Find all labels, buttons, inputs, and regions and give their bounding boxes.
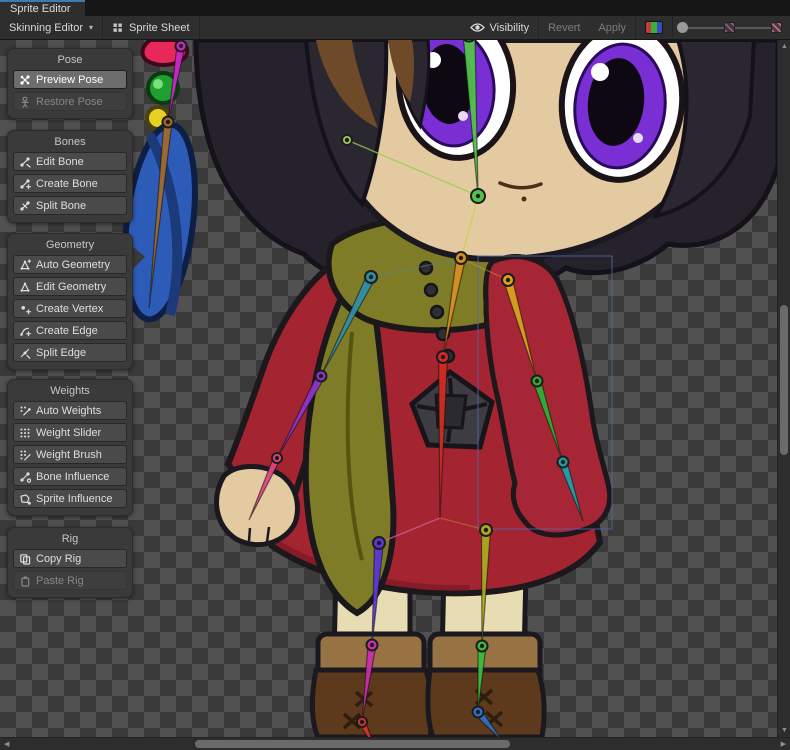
slider-track[interactable]: [735, 27, 771, 29]
slider-knob[interactable]: [677, 22, 688, 33]
button-label: Create Edge: [36, 325, 98, 337]
grid-icon: [112, 22, 124, 34]
tab-sprite-editor[interactable]: Sprite Editor: [0, 0, 85, 17]
button-label: Weight Brush: [36, 449, 102, 461]
dropdown-label: Skinning Editor: [9, 22, 83, 34]
button-label: Create Bone: [36, 178, 98, 190]
scroll-down-icon[interactable]: ▼: [781, 727, 788, 734]
auto-weights-button[interactable]: Auto Weights: [13, 401, 127, 420]
vertical-scroll-thumb[interactable]: [780, 305, 788, 455]
visibility-button[interactable]: Visibility: [461, 16, 539, 39]
button-label: Create Vertex: [36, 303, 103, 315]
button-label: Split Bone: [36, 200, 86, 212]
edit-bone-button[interactable]: Edit Bone: [13, 152, 127, 171]
sprite-editor-window: Sprite Editor Skinning Editor ▾ Sprite S…: [0, 0, 790, 750]
button-label: Paste Rig: [36, 575, 84, 587]
paste-rig-icon: [19, 575, 31, 587]
create-vertex-button[interactable]: Create Vertex: [13, 299, 127, 318]
split-bone-button[interactable]: Split Bone: [13, 196, 127, 215]
create-edge-button[interactable]: Create Edge: [13, 321, 127, 340]
copy-rig-button[interactable]: Copy Rig: [13, 549, 127, 568]
rgb-toggle-button[interactable]: [645, 21, 663, 34]
panel-rig: Rig Copy Rig Paste Rig: [7, 527, 133, 598]
edit-geometry-icon: [19, 281, 31, 293]
toolbar-separator: [199, 16, 200, 39]
button-label: Edit Geometry: [36, 281, 106, 293]
button-label: Bone Influence: [36, 471, 109, 483]
bone-influence-icon: [19, 471, 31, 483]
horizontal-scroll-thumb[interactable]: [195, 740, 510, 748]
panel-title: Bones: [13, 136, 127, 148]
sprite-sheet-label: Sprite Sheet: [129, 22, 190, 34]
weight-slider-icon: [19, 427, 31, 439]
auto-geometry-button[interactable]: Auto Geometry: [13, 255, 127, 274]
split-bone-icon: [19, 200, 31, 212]
button-label: Split Edge: [36, 347, 86, 359]
bone-influence-button[interactable]: Bone Influence: [13, 467, 127, 486]
auto-geometry-icon: [19, 259, 31, 271]
bone-opacity-icon: [724, 22, 735, 33]
skinning-editor-dropdown[interactable]: Skinning Editor ▾: [0, 16, 102, 39]
vertical-scrollbar[interactable]: ▲ ▼: [777, 40, 790, 737]
create-edge-icon: [19, 325, 31, 337]
scroll-up-icon[interactable]: ▲: [781, 43, 788, 50]
panel-title: Pose: [13, 54, 127, 66]
sprite-influence-icon: [19, 493, 31, 505]
horizontal-scrollbar[interactable]: ◀ ▶: [0, 737, 790, 750]
apply-button[interactable]: Apply: [589, 16, 635, 39]
bone-joint[interactable]: [471, 189, 485, 203]
sprite-sheet-button[interactable]: Sprite Sheet: [103, 16, 199, 39]
tab-label: Sprite Editor: [10, 3, 71, 15]
auto-weights-icon: [19, 405, 31, 417]
panel-bones: Bones Edit Bone Create Bone Split Bone: [7, 130, 133, 223]
split-edge-button[interactable]: Split Edge: [13, 343, 127, 362]
preview-pose-button[interactable]: Preview Pose: [13, 70, 127, 89]
button-label: Auto Weights: [36, 405, 101, 417]
button-label: Restore Pose: [36, 96, 103, 108]
sprite-influence-button[interactable]: Sprite Influence: [13, 489, 127, 508]
pose-restore-icon: [19, 96, 31, 108]
copy-rig-icon: [19, 553, 31, 565]
visibility-label: Visibility: [490, 22, 530, 34]
mesh-opacity-icon: [771, 22, 782, 33]
panel-geometry: Geometry Auto Geometry Edit Geometry Create…: [7, 233, 133, 370]
create-bone-button[interactable]: Create Bone: [13, 174, 127, 193]
panel-title: Weights: [13, 385, 127, 397]
tab-bar: Sprite Editor: [0, 0, 790, 16]
restore-pose-button[interactable]: Restore Pose: [13, 92, 127, 111]
button-label: Sprite Influence: [36, 493, 112, 505]
pose-preview-icon: [19, 74, 31, 86]
panel-title: Rig: [13, 533, 127, 545]
button-label: Copy Rig: [36, 553, 81, 565]
slider-track[interactable]: [688, 27, 724, 29]
bone-joint[interactable]: [342, 135, 352, 145]
panel-pose: Pose Preview Pose Restore Pose: [7, 48, 133, 119]
button-label: Preview Pose: [36, 74, 103, 86]
paste-rig-button[interactable]: Paste Rig: [13, 571, 127, 590]
panel-title: Geometry: [13, 239, 127, 251]
create-vertex-icon: [19, 303, 31, 315]
button-label: Auto Geometry: [36, 259, 110, 271]
create-bone-icon: [19, 178, 31, 190]
toolbar: Skinning Editor ▾ Sprite Sheet Visibilit…: [0, 16, 790, 40]
toolbar-separator: [672, 16, 673, 39]
overlay-opacity-sliders[interactable]: [677, 22, 782, 33]
scroll-right-icon[interactable]: ▶: [781, 741, 786, 748]
edit-geometry-button[interactable]: Edit Geometry: [13, 277, 127, 296]
button-label: Edit Bone: [36, 156, 84, 168]
button-label: Weight Slider: [36, 427, 101, 439]
weight-brush-button[interactable]: Weight Brush: [13, 445, 127, 464]
chevron-down-icon: ▾: [89, 23, 93, 32]
panel-weights: Weights Auto Weights Weight Slider Weight B…: [7, 379, 133, 516]
weight-brush-icon: [19, 449, 31, 461]
revert-button[interactable]: Revert: [539, 16, 589, 39]
eye-icon: [470, 22, 485, 33]
toolbar-separator: [635, 16, 636, 39]
edit-bone-icon: [19, 156, 31, 168]
split-edge-icon: [19, 347, 31, 359]
weight-slider-button[interactable]: Weight Slider: [13, 423, 127, 442]
scroll-left-icon[interactable]: ◀: [4, 741, 9, 748]
